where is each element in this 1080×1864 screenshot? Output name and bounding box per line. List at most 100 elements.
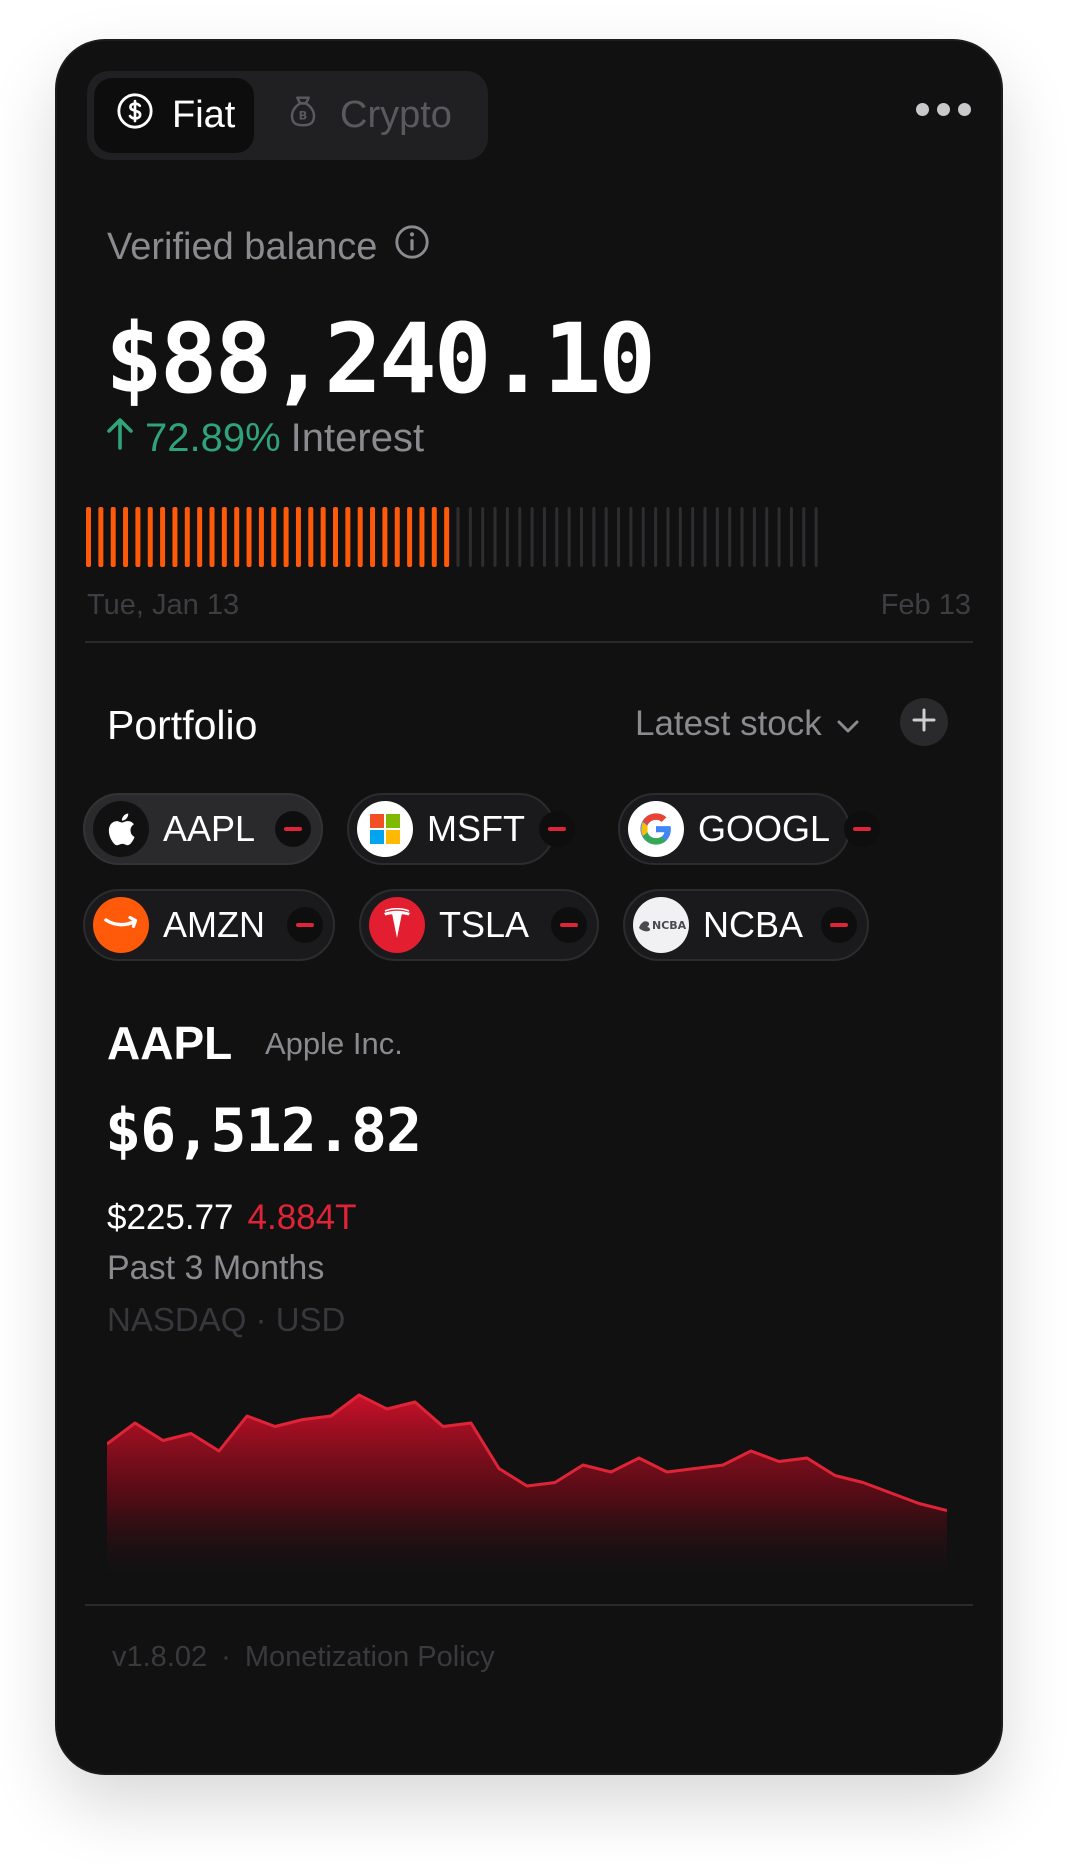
progress-bar-empty xyxy=(468,507,472,567)
remove-msft-button[interactable] xyxy=(538,811,575,847)
stock-holding-value: $6,512.82 xyxy=(105,1096,422,1166)
progress-bar-filled xyxy=(160,507,166,567)
progress-bar-filled xyxy=(147,507,153,567)
info-icon[interactable] xyxy=(393,223,431,271)
interest-change: 72.89% Interest xyxy=(105,416,424,461)
divider xyxy=(85,641,973,643)
tab-crypto[interactable]: B Crypto xyxy=(262,78,482,153)
price-area-chart xyxy=(107,1393,947,1586)
progress-bar-filled xyxy=(333,507,338,567)
progress-bar-filled xyxy=(123,507,129,567)
balance-value: $88,240.10 xyxy=(105,303,656,415)
progress-bar-empty xyxy=(530,507,534,567)
stock-exchange: NASDAQ · USD xyxy=(107,1301,346,1338)
stock-price: $225.77 xyxy=(107,1198,234,1237)
progress-bar-empty xyxy=(728,507,732,567)
progress-bar-filled xyxy=(135,507,141,567)
arrow-up-icon xyxy=(105,416,135,461)
progress-bar-empty xyxy=(654,507,658,567)
progress-bar-empty xyxy=(580,507,583,567)
remove-googl-button[interactable] xyxy=(844,811,881,847)
latest-stock-label: Latest stock xyxy=(635,704,822,743)
progress-bar-empty xyxy=(641,507,645,567)
progress-bar-empty xyxy=(814,507,818,567)
chip-label: NCBA xyxy=(703,904,804,945)
progress-bar-filled xyxy=(283,507,289,567)
progress-bar-empty xyxy=(715,507,719,567)
progress-bar-empty xyxy=(518,507,522,567)
stock-chip-aapl[interactable]: AAPL xyxy=(83,793,323,865)
stock-chip-googl[interactable]: GOOGL xyxy=(618,793,881,865)
progress-bar-empty xyxy=(505,507,509,567)
progress-bar-filled xyxy=(258,507,264,567)
progress-bar-empty xyxy=(691,507,695,567)
app-version: v1.8.02 xyxy=(112,1641,208,1673)
currency-toggle: Fiat B Crypto xyxy=(87,71,488,160)
stock-company-name: Apple Inc. xyxy=(265,1026,403,1061)
progress-bar-empty xyxy=(481,507,485,567)
progress-bar-filled xyxy=(419,507,425,567)
progress-bar-filled xyxy=(444,507,450,567)
progress-bar-empty xyxy=(789,507,793,567)
progress-bar-filled xyxy=(345,507,351,567)
more-options-icon[interactable] xyxy=(916,103,971,116)
period-end-date: Feb 13 xyxy=(880,589,971,621)
svg-text:B: B xyxy=(299,108,308,122)
latest-stock-dropdown[interactable]: Latest stock xyxy=(635,704,860,744)
stock-chip-tsla[interactable]: TSLA xyxy=(359,889,599,961)
stock-chip-amzn[interactable]: AMZN xyxy=(83,889,335,961)
chip-label: TSLA xyxy=(439,904,530,945)
progress-bar-filled xyxy=(308,507,314,567)
apple-icon xyxy=(93,801,149,857)
stock-chip-msft[interactable]: MSFT xyxy=(347,793,575,865)
progress-bar-filled xyxy=(197,507,203,567)
money-bag-icon: B xyxy=(284,92,322,140)
progress-bar-empty xyxy=(592,507,596,567)
tab-crypto-label: Crypto xyxy=(340,94,452,136)
stock-chip-ncba[interactable]: NCBA NCBA xyxy=(623,889,869,961)
remove-aapl-button[interactable] xyxy=(275,811,311,847)
period-progress-bars xyxy=(86,507,818,567)
progress-bar-filled xyxy=(320,507,326,567)
chart-area-fill xyxy=(107,1395,947,1586)
progress-bar-empty xyxy=(765,507,769,567)
remove-amzn-button[interactable] xyxy=(287,907,323,943)
stock-period: Past 3 Months xyxy=(107,1249,325,1287)
progress-bar-filled xyxy=(407,507,413,567)
progress-bar-empty xyxy=(493,507,497,567)
add-stock-button[interactable] xyxy=(900,698,948,746)
progress-bar-empty xyxy=(555,507,559,567)
progress-bar-empty xyxy=(666,507,670,567)
chip-label: AMZN xyxy=(163,904,265,945)
tab-fiat-label: Fiat xyxy=(172,94,236,136)
progress-bar-filled xyxy=(209,507,215,567)
progress-bar-empty xyxy=(678,507,682,567)
progress-bar-filled xyxy=(172,507,178,567)
progress-bar-filled xyxy=(295,507,301,567)
tab-fiat[interactable]: Fiat xyxy=(94,78,254,153)
interest-label: Interest xyxy=(290,416,425,460)
tesla-icon xyxy=(369,897,425,953)
progress-bar-filled xyxy=(86,507,91,567)
footer-divider xyxy=(85,1604,973,1606)
progress-bar-filled xyxy=(394,507,400,567)
progress-bar-filled xyxy=(234,507,240,567)
chevron-down-icon xyxy=(836,704,860,744)
footer-separator: · xyxy=(221,1641,231,1673)
progress-bar-empty xyxy=(542,507,546,567)
plus-icon xyxy=(911,707,937,738)
amazon-icon xyxy=(93,897,149,953)
progress-bar-filled xyxy=(357,507,363,567)
progress-bar-filled xyxy=(370,507,376,567)
microsoft-icon xyxy=(357,801,413,857)
progress-bar-filled xyxy=(431,507,437,567)
google-icon xyxy=(628,801,684,857)
remove-tsla-button[interactable] xyxy=(551,907,587,943)
progress-bar-filled xyxy=(184,507,190,567)
footer: v1.8.02 · Monetization Policy xyxy=(112,1641,495,1674)
stock-market-cap: 4.884T xyxy=(247,1198,357,1237)
progress-bar-empty xyxy=(740,507,744,567)
remove-ncba-button[interactable] xyxy=(821,907,857,943)
monetization-policy-link[interactable]: Monetization Policy xyxy=(245,1641,495,1674)
progress-bar-empty xyxy=(752,507,756,567)
